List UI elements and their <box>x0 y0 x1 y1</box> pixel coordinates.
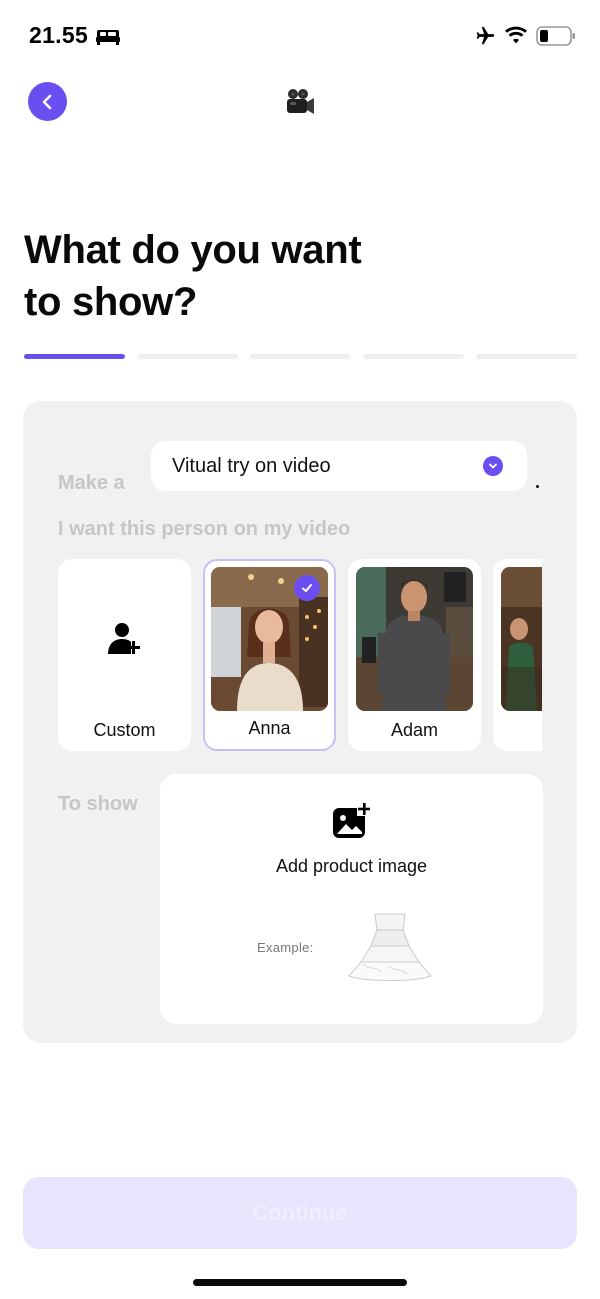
period-mark <box>536 485 539 488</box>
progress-step-5 <box>476 354 577 359</box>
wifi-icon <box>505 26 527 44</box>
status-time: 21.55 <box>29 22 89 48</box>
person-card-custom[interactable]: Custom <box>58 559 191 751</box>
chevron-down-icon <box>483 456 503 476</box>
make-label: Make a <box>58 472 125 494</box>
home-indicator <box>193 1279 407 1286</box>
video-type-value: Vitual try on video <box>172 454 331 477</box>
show-label: To show <box>58 793 138 815</box>
video-type-select[interactable]: Vitual try on video <box>151 441 527 491</box>
person-name: Custom <box>93 720 156 740</box>
progress-step-4 <box>363 354 464 359</box>
chevron-left-icon <box>42 94 51 109</box>
title-line-2: to show? <box>24 280 198 324</box>
person-carousel[interactable]: Custom Anna Adam <box>58 559 542 753</box>
person-name: Anna <box>248 718 291 738</box>
example-label: Example: <box>257 940 314 955</box>
bed-icon <box>96 30 120 45</box>
add-person-icon <box>108 623 140 654</box>
airplane-icon <box>476 26 495 45</box>
checkmark-icon <box>294 575 320 601</box>
continue-button[interactable]: Continue <box>23 1177 577 1249</box>
example-dress-image <box>348 913 432 981</box>
back-button[interactable] <box>28 82 67 121</box>
person-name: V <box>493 720 542 741</box>
person-name: Adam <box>390 720 439 740</box>
add-product-image-button[interactable]: Add product image Example: <box>160 774 543 1024</box>
add-image-icon <box>333 802 371 838</box>
title-line-1: What do you want <box>24 228 362 272</box>
continue-label: Continue <box>252 1200 348 1225</box>
progress-step-1 <box>24 354 125 359</box>
person-photo-adam <box>356 567 473 711</box>
progress-step-2 <box>137 354 238 359</box>
progress-step-3 <box>250 354 351 359</box>
person-card-anna[interactable]: Anna <box>203 559 336 751</box>
status-bar: 21.55 <box>0 0 600 72</box>
person-card-v[interactable]: V <box>493 559 542 751</box>
person-label: I want this person on my video <box>58 518 351 540</box>
person-photo-v <box>501 567 542 711</box>
battery-icon <box>536 26 575 46</box>
page-title: What do you want to show? <box>24 224 444 328</box>
add-product-image-label: Add product image <box>275 856 428 876</box>
person-card-adam[interactable]: Adam <box>348 559 481 751</box>
form-card: Make a Vitual try on video I want this p… <box>23 401 577 1043</box>
movie-camera-icon <box>287 89 314 114</box>
step-progress <box>24 354 577 360</box>
